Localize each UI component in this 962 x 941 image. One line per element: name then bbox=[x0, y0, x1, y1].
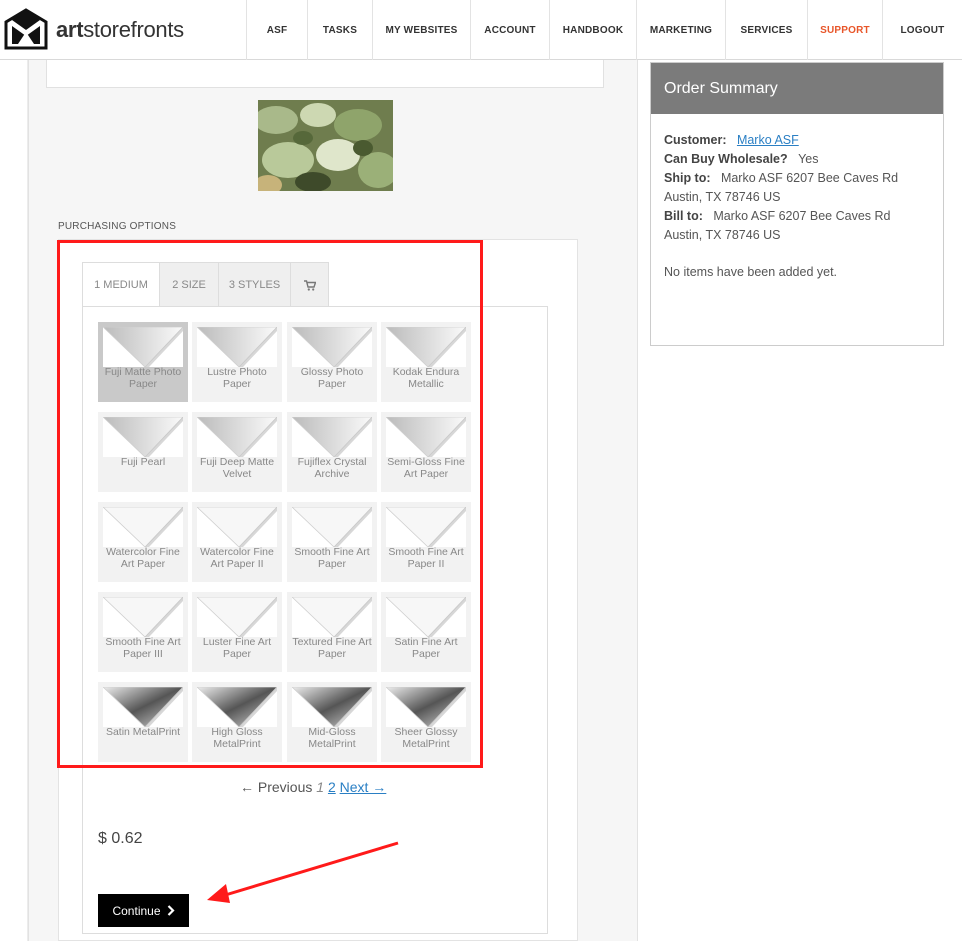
customer-link[interactable]: Marko ASF bbox=[737, 133, 799, 147]
nav-logout[interactable]: LOGOUT bbox=[882, 0, 962, 60]
order-summary-body: Customer: Marko ASF Can Buy Wholesale? Y… bbox=[651, 114, 943, 299]
continue-label: Continue bbox=[112, 903, 161, 918]
order-empty-message: No items have been added yet. bbox=[664, 265, 838, 279]
chevron-right-icon bbox=[167, 905, 175, 916]
main-nav: ASF TASKS MY WEBSITES ACCOUNT HANDBOOK M… bbox=[246, 0, 962, 60]
artwork-thumbnail[interactable] bbox=[258, 100, 393, 191]
pager-page-2[interactable]: 2 bbox=[328, 779, 336, 795]
nav-my-websites[interactable]: MY WEBSITES bbox=[372, 0, 470, 60]
pager-next[interactable]: Next → bbox=[340, 779, 387, 795]
nav-marketing[interactable]: MARKETING bbox=[636, 0, 725, 60]
order-summary: Order Summary Customer: Marko ASF Can Bu… bbox=[650, 62, 944, 346]
pagination: ← Previous 1 2 Next → bbox=[240, 779, 386, 795]
left-gutter bbox=[0, 60, 28, 941]
nav-account[interactable]: ACCOUNT bbox=[470, 0, 549, 60]
annotation-highlight-box bbox=[57, 240, 483, 768]
wholesale-value: Yes bbox=[798, 152, 819, 166]
artstorefronts-logo-icon[interactable] bbox=[4, 8, 48, 50]
pager-current: 1 bbox=[316, 779, 325, 795]
top-navbar: artstorefronts ASF TASKS MY WEBSITES ACC… bbox=[0, 0, 962, 60]
nav-tasks[interactable]: TASKS bbox=[307, 0, 372, 60]
nav-asf[interactable]: ASF bbox=[246, 0, 307, 60]
customer-label: Customer: bbox=[664, 133, 727, 147]
purchasing-options-label: PURCHASING OPTIONS bbox=[58, 221, 177, 232]
product-header-box bbox=[46, 60, 604, 88]
brand-name[interactable]: artstorefronts bbox=[56, 17, 184, 43]
bill-to-label: Bill to: bbox=[664, 209, 703, 223]
nav-services[interactable]: SERVICES bbox=[725, 0, 807, 60]
continue-button[interactable]: Continue bbox=[98, 894, 189, 927]
order-summary-title: Order Summary bbox=[651, 63, 943, 114]
nav-handbook[interactable]: HANDBOOK bbox=[549, 0, 636, 60]
nav-support[interactable]: SUPPORT bbox=[807, 0, 882, 60]
wholesale-label: Can Buy Wholesale? bbox=[664, 152, 788, 166]
ship-to-label: Ship to: bbox=[664, 171, 711, 185]
price: $ 0.62 bbox=[98, 830, 143, 847]
pager-previous[interactable]: ← Previous bbox=[240, 779, 312, 795]
